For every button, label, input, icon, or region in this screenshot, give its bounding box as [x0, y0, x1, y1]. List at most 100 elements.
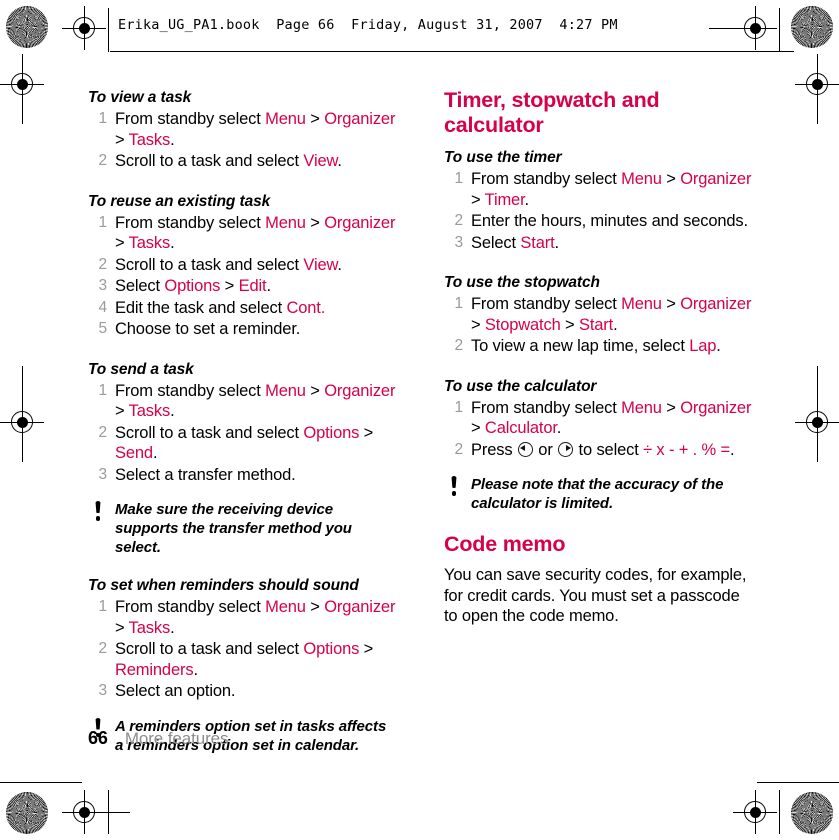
steps-reminders-sound: From standby select Menu > Organizer > T…	[88, 597, 398, 702]
step-text: Scroll to a task and select View.	[115, 152, 342, 170]
text-run: Scroll to a task and select	[115, 640, 304, 658]
code-memo-body: You can save security codes, for example…	[444, 566, 747, 625]
ui-term: View	[303, 152, 338, 170]
ui-term: Start	[520, 233, 555, 252]
print-starburst-top-left	[6, 6, 48, 48]
text-run: .	[193, 660, 198, 679]
text-run: Select a transfer method.	[115, 465, 296, 484]
ui-term: Tasks	[128, 234, 171, 252]
note-callout-transfer-method: Make sure the receiving device supports …	[88, 500, 398, 557]
text-run: From standby select	[471, 170, 622, 188]
crop-rule-header-left	[108, 8, 109, 52]
step-text: Select Options > Edit.	[115, 277, 271, 295]
ui-term: Menu	[265, 110, 306, 128]
step-text-toselect: to select	[574, 440, 644, 459]
ui-term: Menu	[621, 295, 662, 313]
ui-term: Calculator	[484, 419, 557, 437]
chapter-name: More features	[124, 729, 229, 748]
ui-term: Options	[164, 277, 221, 295]
ui-term: Menu	[621, 170, 662, 188]
page-footer: 66 More features	[88, 728, 229, 749]
step-text: Scroll to a task and select Options > Re…	[115, 640, 373, 679]
ui-term: Organizer	[680, 170, 752, 188]
registration-mark-left-lower	[0, 366, 44, 462]
text-run: .	[152, 444, 158, 462]
text-run: .	[524, 190, 530, 209]
ui-term: Organizer	[324, 598, 396, 616]
section-heading-code-memo: Code memo	[444, 532, 566, 556]
step-text: Select a transfer method.	[115, 466, 296, 484]
step-text: Edit the task and select Cont.	[115, 299, 325, 317]
text-run: From standby select	[115, 110, 266, 128]
text-run: >	[305, 213, 325, 232]
ui-term: Stopwatch	[484, 315, 561, 334]
steps-use-calculator: From standby select Menu > Organizer > C…	[444, 398, 754, 461]
text-run: >	[115, 402, 129, 420]
text-run: Scroll to a task and select	[115, 152, 304, 170]
ui-term: Edit	[238, 277, 267, 295]
text-run: >	[115, 618, 129, 637]
list-item: Scroll to a task and select View.	[88, 151, 398, 172]
registration-mark-top-left	[62, 6, 106, 50]
text-run: Choose to set a reminder.	[115, 320, 301, 338]
text-run: Scroll to a task and select	[115, 423, 304, 442]
text-run: >	[471, 190, 485, 209]
left-column: To view a task From standby select Menu …	[88, 88, 398, 755]
text-run: Scroll to a task and select	[115, 255, 304, 274]
list-item: Scroll to a task and select View.	[88, 255, 398, 276]
steps-reuse-task: From standby select Menu > Organizer > T…	[88, 213, 398, 340]
ui-term: Organizer	[324, 110, 396, 128]
text-run: .	[170, 234, 175, 252]
note-callout-calculator-accuracy: Please note that the accuracy of the cal…	[444, 475, 754, 513]
text-run: .	[337, 152, 342, 170]
print-starburst-bottom-left	[6, 792, 48, 834]
list-item: From standby select Menu > Organizer > S…	[444, 294, 754, 335]
procedure-title-view-task: To view a task	[88, 89, 192, 106]
text-run: .	[556, 419, 562, 437]
text-run: From standby select	[115, 381, 266, 400]
step-text: Select an option.	[115, 682, 236, 700]
list-item: From standby select Menu > Organizer > T…	[88, 381, 398, 422]
text-run: >	[471, 419, 485, 437]
nav-left-icon	[517, 441, 533, 457]
exclamation-icon	[449, 476, 458, 496]
text-run: .	[170, 130, 175, 149]
text-run: >	[560, 315, 579, 334]
ui-term: Organizer	[324, 213, 396, 232]
ui-term: Tasks	[128, 130, 171, 149]
step-text: From standby select Menu > Organizer > T…	[115, 110, 395, 149]
list-item: To view a new lap time, select Lap.	[444, 336, 754, 357]
text-run: >	[661, 170, 681, 188]
ui-term: Organizer	[680, 398, 752, 417]
right-column: Timer, stopwatch and calculator To use t…	[444, 88, 754, 627]
registration-mark-bottom-right	[733, 790, 777, 834]
text-run: To view a new lap time, select	[471, 337, 690, 355]
ui-term: Menu	[265, 598, 306, 616]
crop-rule-bottom-left	[0, 782, 82, 783]
list-item: From standby select Menu > Organizer > T…	[88, 597, 398, 638]
ui-term: Send	[115, 444, 153, 462]
nav-right-icon	[558, 441, 574, 457]
text-run: Select	[115, 277, 165, 295]
text-run: From standby select	[115, 213, 266, 232]
registration-mark-right-upper	[795, 54, 839, 124]
step-text: Choose to set a reminder.	[115, 320, 300, 338]
list-item: Select a transfer method.	[88, 465, 398, 486]
step-text: Enter the hours, minutes and seconds.	[471, 212, 748, 230]
ui-term: Tasks	[128, 402, 171, 420]
registration-mark-top-right	[709, 6, 777, 50]
text-run: .	[554, 233, 560, 252]
text-run: >	[115, 234, 129, 252]
step-text: From standby select Menu > Organizer > C…	[471, 399, 751, 438]
ui-term: Reminders	[115, 660, 194, 679]
step-text: From standby select Menu > Organizer > T…	[471, 170, 751, 209]
text-run: Select an option.	[115, 682, 236, 700]
steps-use-timer: From standby select Menu > Organizer > T…	[444, 169, 754, 253]
text-run: >	[220, 277, 239, 295]
ui-term: View	[303, 255, 338, 274]
